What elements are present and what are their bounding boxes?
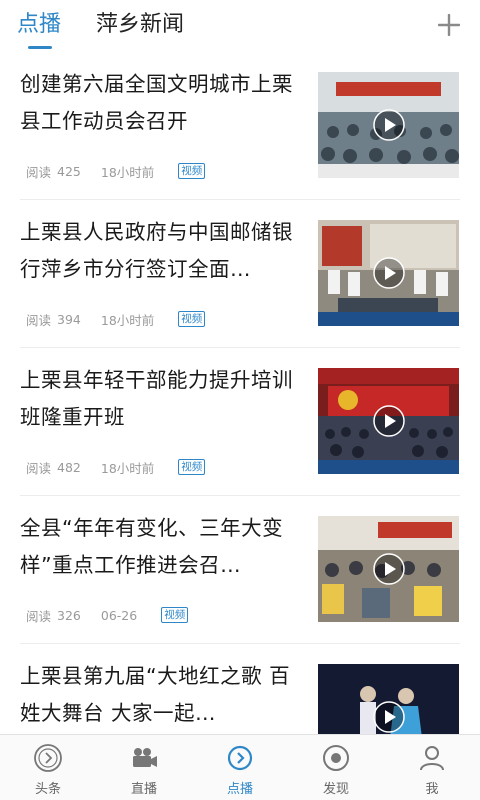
discover-icon — [321, 743, 351, 773]
nav-label: 直播 — [130, 782, 157, 797]
news-item[interactable]: 创建第六届全国文明城市上栗县工作动员会召开 阅读 425 18小时前 视频 — [0, 52, 480, 200]
news-title[interactable]: 全县“年年有变化、三年大变样”重点工作推进会召… — [20, 510, 298, 584]
nav-label: 发现 — [322, 782, 349, 797]
video-badge: 视频 — [178, 459, 206, 475]
video-thumbnail[interactable] — [318, 664, 459, 734]
video-badge: 视频 — [161, 607, 189, 623]
nav-label: 头条 — [34, 782, 61, 797]
plus-icon[interactable] — [434, 10, 464, 40]
play-icon[interactable] — [372, 404, 406, 438]
video-thumbnail[interactable] — [318, 220, 459, 326]
news-title[interactable]: 上栗县人民政府与中国邮储银行萍乡市分行签订全面… — [20, 214, 298, 288]
nav-headlines[interactable]: 头条 — [0, 735, 96, 800]
publish-time: 18小时前 — [100, 460, 155, 476]
video-camera-icon — [129, 743, 159, 773]
views-label: 阅读 — [26, 460, 52, 476]
news-feed: 创建第六届全国文明城市上栗县工作动员会召开 阅读 425 18小时前 视频 上栗… — [0, 52, 480, 734]
news-meta: 阅读 425 18小时前 视频 — [26, 162, 206, 180]
active-tab-indicator — [28, 46, 52, 49]
views-label: 阅读 — [26, 164, 52, 180]
nav-discover[interactable]: 发现 — [288, 735, 384, 800]
video-thumbnail[interactable] — [318, 368, 459, 474]
news-title[interactable]: 上栗县年轻干部能力提升培训班隆重开班 — [20, 362, 298, 436]
views-count: 425 — [57, 163, 81, 179]
news-meta: 阅读 394 18小时前 视频 — [26, 310, 206, 328]
play-icon[interactable] — [372, 700, 406, 734]
nav-vod[interactable]: 点播 — [192, 735, 288, 800]
headline-icon — [33, 743, 63, 773]
publish-time: 06-26 — [100, 607, 138, 623]
news-item[interactable]: 全县“年年有变化、三年大变样”重点工作推进会召… 阅读 326 06-26 视频 — [0, 496, 480, 644]
user-icon — [417, 743, 447, 773]
nav-label: 我 — [425, 782, 439, 797]
play-icon[interactable] — [372, 256, 406, 290]
play-circle-icon — [225, 743, 255, 773]
news-item[interactable]: 上栗县人民政府与中国邮储银行萍乡市分行签订全面… 阅读 394 18小时前 视频 — [0, 200, 480, 348]
news-title[interactable]: 上栗县第九届“大地红之歌 百姓大舞台 大家一起… — [20, 658, 298, 732]
views-count: 482 — [57, 459, 81, 475]
news-item[interactable]: 上栗县第九届“大地红之歌 百姓大舞台 大家一起… — [0, 644, 480, 734]
tab-vod[interactable]: 点播 — [17, 10, 61, 40]
views-count: 394 — [57, 311, 81, 327]
play-icon[interactable] — [372, 108, 406, 142]
nav-live[interactable]: 直播 — [96, 735, 192, 800]
bottom-navigation: 头条 直播 点播 发现 我 — [0, 734, 480, 800]
video-badge: 视频 — [178, 311, 206, 327]
views-count: 326 — [57, 607, 81, 623]
news-title[interactable]: 创建第六届全国文明城市上栗县工作动员会召开 — [20, 66, 298, 140]
video-thumbnail[interactable] — [318, 516, 459, 622]
news-meta: 阅读 326 06-26 视频 — [26, 606, 189, 624]
publish-time: 18小时前 — [100, 312, 155, 328]
news-item[interactable]: 上栗县年轻干部能力提升培训班隆重开班 阅读 482 18小时前 视频 — [0, 348, 480, 496]
top-bar: 点播 萍乡新闻 — [0, 0, 480, 52]
nav-me[interactable]: 我 — [384, 735, 480, 800]
tab-pingxiang-news[interactable]: 萍乡新闻 — [96, 10, 184, 40]
video-thumbnail[interactable] — [318, 72, 459, 178]
views-label: 阅读 — [26, 608, 52, 624]
views-label: 阅读 — [26, 312, 52, 328]
play-icon[interactable] — [372, 552, 406, 586]
publish-time: 18小时前 — [100, 164, 155, 180]
news-meta: 阅读 482 18小时前 视频 — [26, 458, 206, 476]
nav-label: 点播 — [226, 782, 253, 797]
video-badge: 视频 — [178, 163, 206, 179]
